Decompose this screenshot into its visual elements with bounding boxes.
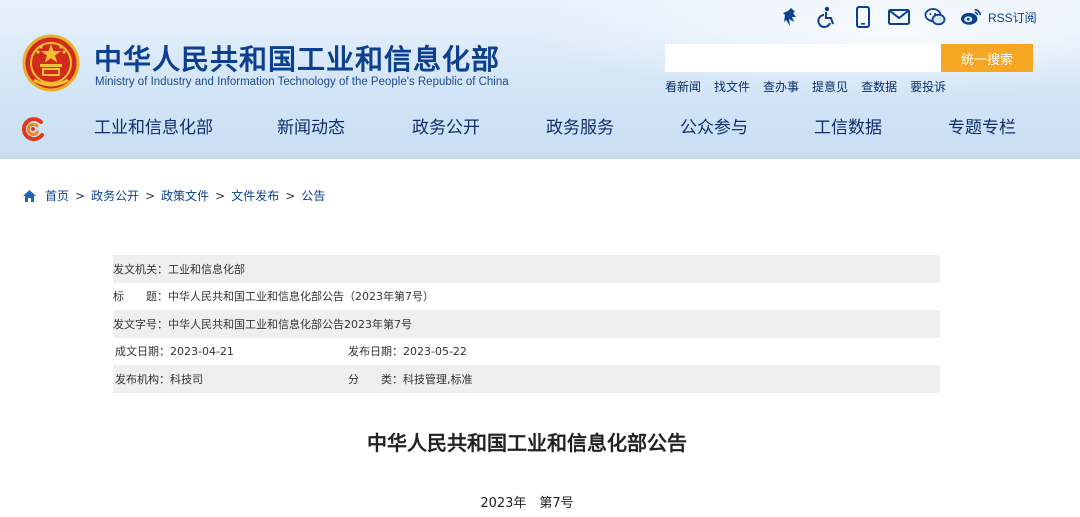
wechat-icon[interactable] xyxy=(924,6,946,28)
category-label: 分 类： xyxy=(348,372,403,386)
home-icon xyxy=(23,189,36,202)
weibo-icon[interactable] xyxy=(960,6,982,28)
nav-item-public-participation[interactable]: 公众参与 xyxy=(680,104,748,156)
national-emblem-icon xyxy=(22,34,80,92)
info-row-doc-number: 发文字号： 中华人民共和国工业和信息化部公告2023年第7号 xyxy=(113,310,940,338)
mail-icon[interactable] xyxy=(888,6,910,28)
breadcrumb: 首页 > 政务公开 > 政策文件 > 文件发布 > 公告 xyxy=(22,187,325,204)
document-info-table: 发文机关： 工业和信息化部 标 题： 中华人民共和国工业和信息化部公告（2023… xyxy=(113,255,940,393)
published-date-label: 发布日期： xyxy=(348,345,403,359)
mobile-app-icon[interactable] xyxy=(780,6,802,28)
title-label: 标 题： xyxy=(113,290,168,304)
phone-icon[interactable] xyxy=(852,6,874,28)
breadcrumb-home[interactable]: 首页 xyxy=(45,187,69,204)
info-row-dates: 成文日期： 2023-04-21 发布日期： 2023-05-22 xyxy=(113,338,940,366)
nav-item-gov-affairs[interactable]: 政务公开 xyxy=(412,104,480,156)
nav-item-special-topics[interactable]: 专题专栏 xyxy=(948,104,1016,156)
miit-logo-icon[interactable] xyxy=(20,116,46,142)
site-subtitle: Ministry of Industry and Information Tec… xyxy=(95,76,509,88)
breadcrumb-separator: > xyxy=(145,188,156,203)
org-label: 发布机构： xyxy=(115,372,170,386)
category-value: 科技管理,标准 xyxy=(403,372,473,386)
breadcrumb-separator: > xyxy=(75,188,86,203)
search-input[interactable] xyxy=(665,44,941,72)
quick-link-complaint[interactable]: 要投诉 xyxy=(910,78,946,95)
nav-item-gov-services[interactable]: 政务服务 xyxy=(546,104,614,156)
quick-links: 看新闻 找文件 查办事 提意见 查数据 要投诉 xyxy=(665,78,959,95)
nav-item-data[interactable]: 工信数据 xyxy=(814,104,882,156)
quick-link-data[interactable]: 查数据 xyxy=(861,78,897,95)
issuer-value: 工业和信息化部 xyxy=(168,262,245,276)
info-row-title: 标 题： 中华人民共和国工业和信息化部公告（2023年第7号） xyxy=(113,283,940,311)
title-value: 中华人民共和国工业和信息化部公告（2023年第7号） xyxy=(168,290,434,304)
breadcrumb-gov-affairs[interactable]: 政务公开 xyxy=(91,187,139,204)
search-box: 统一搜索 xyxy=(665,44,1033,72)
org-value: 科技司 xyxy=(170,372,203,386)
article-title: 中华人民共和国工业和信息化部公告 xyxy=(367,431,687,455)
search-button[interactable]: 统一搜索 xyxy=(941,44,1033,72)
published-date-value: 2023-05-22 xyxy=(403,344,467,358)
breadcrumb-policy-files[interactable]: 政策文件 xyxy=(161,187,209,204)
doc-number-value: 中华人民共和国工业和信息化部公告2023年第7号 xyxy=(168,317,412,331)
quick-link-news[interactable]: 看新闻 xyxy=(665,78,701,95)
quick-link-files[interactable]: 找文件 xyxy=(714,78,750,95)
accessibility-icon[interactable] xyxy=(816,6,838,28)
article-number: 2023年 第7号 xyxy=(480,496,574,511)
breadcrumb-announcement[interactable]: 公告 xyxy=(301,187,325,204)
rss-subscribe-link[interactable]: RSS订阅 xyxy=(988,9,1037,26)
header-divider xyxy=(0,156,1080,159)
site-header: 中华人民共和国工业和信息化部 Ministry of Industry and … xyxy=(0,0,1080,158)
breadcrumb-separator: > xyxy=(215,188,226,203)
breadcrumb-file-release[interactable]: 文件发布 xyxy=(231,187,279,204)
doc-number-label: 发文字号： xyxy=(113,317,168,331)
nav-item-news[interactable]: 新闻动态 xyxy=(277,104,345,156)
nav-item-ministry[interactable]: 工业和信息化部 xyxy=(94,104,213,156)
site-title: 中华人民共和国工业和信息化部 xyxy=(94,43,501,76)
info-row-org-category: 发布机构： 科技司 分 类： 科技管理,标准 xyxy=(113,365,940,393)
created-date-label: 成文日期： xyxy=(115,345,170,359)
issuer-label: 发文机关： xyxy=(113,262,168,276)
quick-link-feedback[interactable]: 提意见 xyxy=(812,78,848,95)
quick-link-services[interactable]: 查办事 xyxy=(763,78,799,95)
info-row-issuer: 发文机关： 工业和信息化部 xyxy=(113,255,940,283)
breadcrumb-separator: > xyxy=(285,188,296,203)
main-nav: 工业和信息化部 新闻动态 政务公开 政务服务 公众参与 工信数据 专题专栏 xyxy=(0,104,1080,156)
created-date-value: 2023-04-21 xyxy=(170,344,234,358)
top-icon-bar: RSS订阅 xyxy=(780,5,1037,29)
